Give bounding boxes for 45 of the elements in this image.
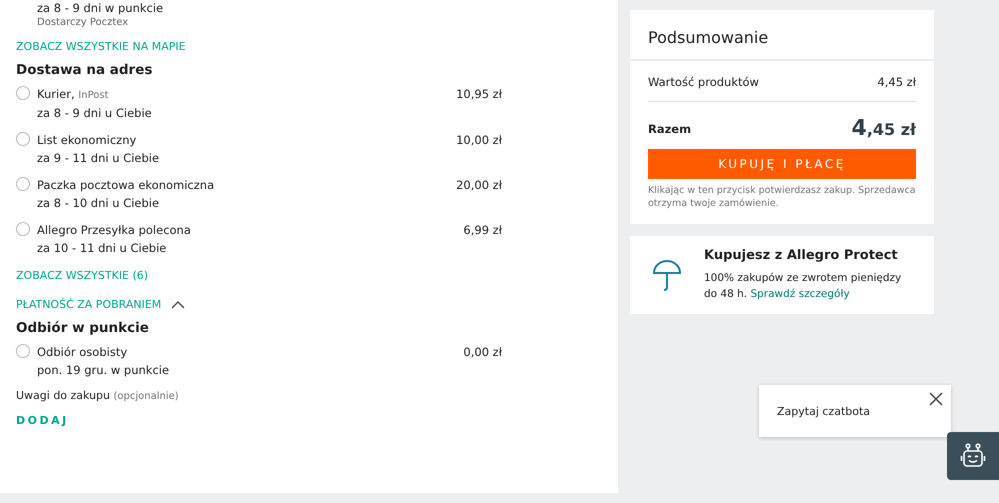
caret-icon [171, 300, 186, 309]
details-link[interactable]: Sprawdź szczegóły [750, 288, 850, 300]
delivery-time: pon. 19 gru. w punkcie [37, 362, 170, 379]
radio-button[interactable] [16, 222, 30, 236]
option-price: 0,00 zł [463, 344, 502, 361]
delivery-time: za 8 - 9 dni u Ciebie [37, 105, 153, 122]
total-value: 4,45 zł [852, 116, 916, 141]
total-label: Razem [648, 122, 692, 136]
radio-button[interactable] [16, 132, 30, 146]
chatbot-prompt: Zapytaj czatbota [777, 404, 870, 418]
option-name: List ekonomiczny [37, 132, 138, 149]
delivery-time: za 10 - 11 dni u Ciebie [37, 240, 168, 257]
option-price: 20,00 zł [456, 177, 502, 194]
notes-label: Uwagi do zakupu (opcjonalnie) [16, 389, 180, 402]
cod-toggle[interactable]: PŁATNOŚĆ ZA POBRANIEM [16, 298, 186, 311]
disclaimer-text: Klikając w ten przycisk potwierdzasz zakup. Sprzedawca otrzyma twoje zamówienie. [648, 184, 916, 210]
products-label: Wartość produktów [648, 75, 759, 89]
option-name: Paczka pocztowa ekonomiczna [37, 177, 216, 194]
option-price: 10,00 zł [456, 132, 502, 149]
robot-icon [960, 443, 986, 469]
option-price: 6,99 zł [463, 222, 502, 239]
radio-button[interactable] [16, 177, 30, 191]
map-link[interactable]: ZOBACZ WSZYSTKIE NA MAPIE [16, 40, 186, 53]
delivery-time: za 8 - 9 dni w punkcie [37, 0, 164, 17]
protect-title: Kupujesz z Allegro Protect [704, 248, 899, 263]
delivery-time: za 9 - 11 dni u Ciebie [37, 150, 160, 167]
option-name: Allegro Przesyłka polecona [37, 222, 192, 239]
section-title: Dostawa na adres [16, 62, 154, 78]
radio-button[interactable] [16, 86, 30, 100]
buy-button[interactable]: KUPUJĘ I PŁACĘ [648, 149, 916, 179]
option-name: Kurier, InPost [37, 86, 110, 103]
umbrella-icon [652, 258, 682, 292]
products-value: 4,45 zł [877, 75, 916, 89]
radio-button[interactable] [16, 344, 30, 358]
protect-text: 100% zakupów ze zwrotem pieniędzy do 48 h. Sprawdź szczegóły [704, 271, 902, 302]
carrier-note: Dostarczy Pocztex [37, 17, 130, 28]
option-price: 10,95 zł [456, 86, 502, 103]
add-link[interactable]: DODAJ [16, 414, 69, 427]
delivery-time: za 8 - 10 dni u Ciebie [37, 195, 160, 212]
option-name: Odbiór osobisty [37, 344, 128, 361]
summary-title: Podsumowanie [630, 10, 934, 61]
close-icon[interactable] [929, 392, 943, 406]
chatbot-button[interactable] [947, 432, 999, 480]
section-title: Odbiór w punkcie [16, 320, 150, 336]
show-all-link[interactable]: ZOBACZ WSZYSTKIE (6) [16, 269, 148, 282]
